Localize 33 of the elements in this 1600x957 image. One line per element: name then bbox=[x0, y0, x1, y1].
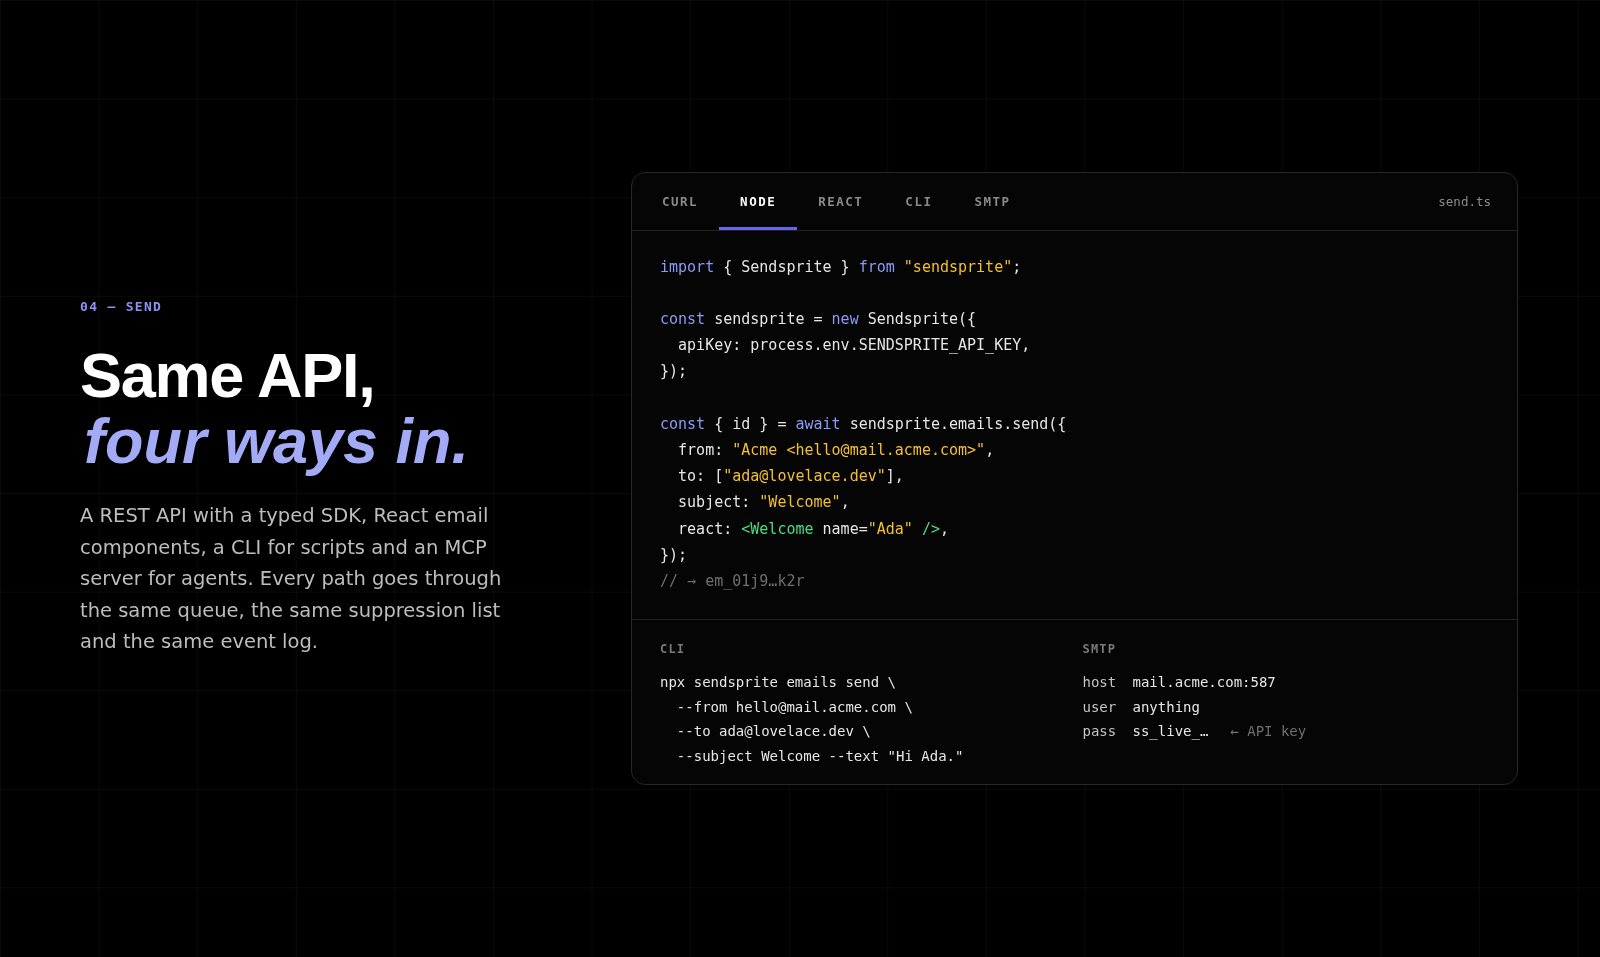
setting-value: ss_live_… bbox=[1132, 722, 1209, 742]
file-name: send.ts bbox=[1438, 193, 1491, 209]
command-line: npx sendsprite emails send \ bbox=[660, 673, 896, 693]
code-line: const sendsprite = new Sendsprite({ bbox=[660, 309, 977, 331]
command-line: --from hello@mail.acme.com \ bbox=[675, 697, 913, 717]
tab[interactable]: SMTP bbox=[953, 172, 1032, 230]
setting-value: anything bbox=[1132, 697, 1200, 717]
setting-key: user bbox=[1082, 694, 1133, 720]
code-line: const { id } = await sendsprite.emails.send({ bbox=[660, 413, 1067, 435]
setting-key: host bbox=[1082, 670, 1133, 695]
code-line: to: ["ada@lovelace.dev"], bbox=[677, 466, 904, 488]
tab[interactable]: NODE bbox=[719, 172, 798, 230]
code-line: // → em_01j9…k2r bbox=[660, 571, 805, 593]
section-label: 04 — SEND bbox=[80, 299, 163, 315]
code-line: }); bbox=[660, 361, 688, 383]
tab[interactable]: CLI bbox=[884, 172, 954, 230]
description: A REST API with a typed SDK, React email components, a CLI for scripts and an MCP server for agents. Every path goes through the same queue, the same suppression list and the same event log. bbox=[80, 503, 503, 656]
setting-key: pass bbox=[1082, 719, 1133, 744]
code-line: react: <Welcome name="Ada" />, bbox=[677, 518, 949, 540]
code-line: subject: "Welcome", bbox=[677, 492, 850, 514]
code-line: from: "Acme <hello@mail.acme.com>", bbox=[677, 440, 995, 462]
panel-label: CLI bbox=[660, 641, 686, 658]
code-line: }); bbox=[660, 544, 688, 566]
panel-label: SMTP bbox=[1082, 641, 1117, 658]
setting-value: mail.acme.com:587 bbox=[1132, 673, 1276, 693]
headline: Same API, four ways in. bbox=[80, 342, 470, 474]
command-line: --subject Welcome --text "Hi Ada." bbox=[675, 746, 964, 766]
setting-note: ← API key bbox=[1230, 722, 1307, 742]
command-line: --to ada@lovelace.dev \ bbox=[675, 722, 871, 742]
tab[interactable]: REACT bbox=[797, 172, 885, 230]
code-line: import { Sendsprite } from "sendsprite"; bbox=[660, 256, 1022, 278]
code-line: apiKey: process.env.SENDSPRITE_API_KEY, bbox=[677, 335, 1031, 357]
tab[interactable]: CURL bbox=[641, 172, 720, 230]
